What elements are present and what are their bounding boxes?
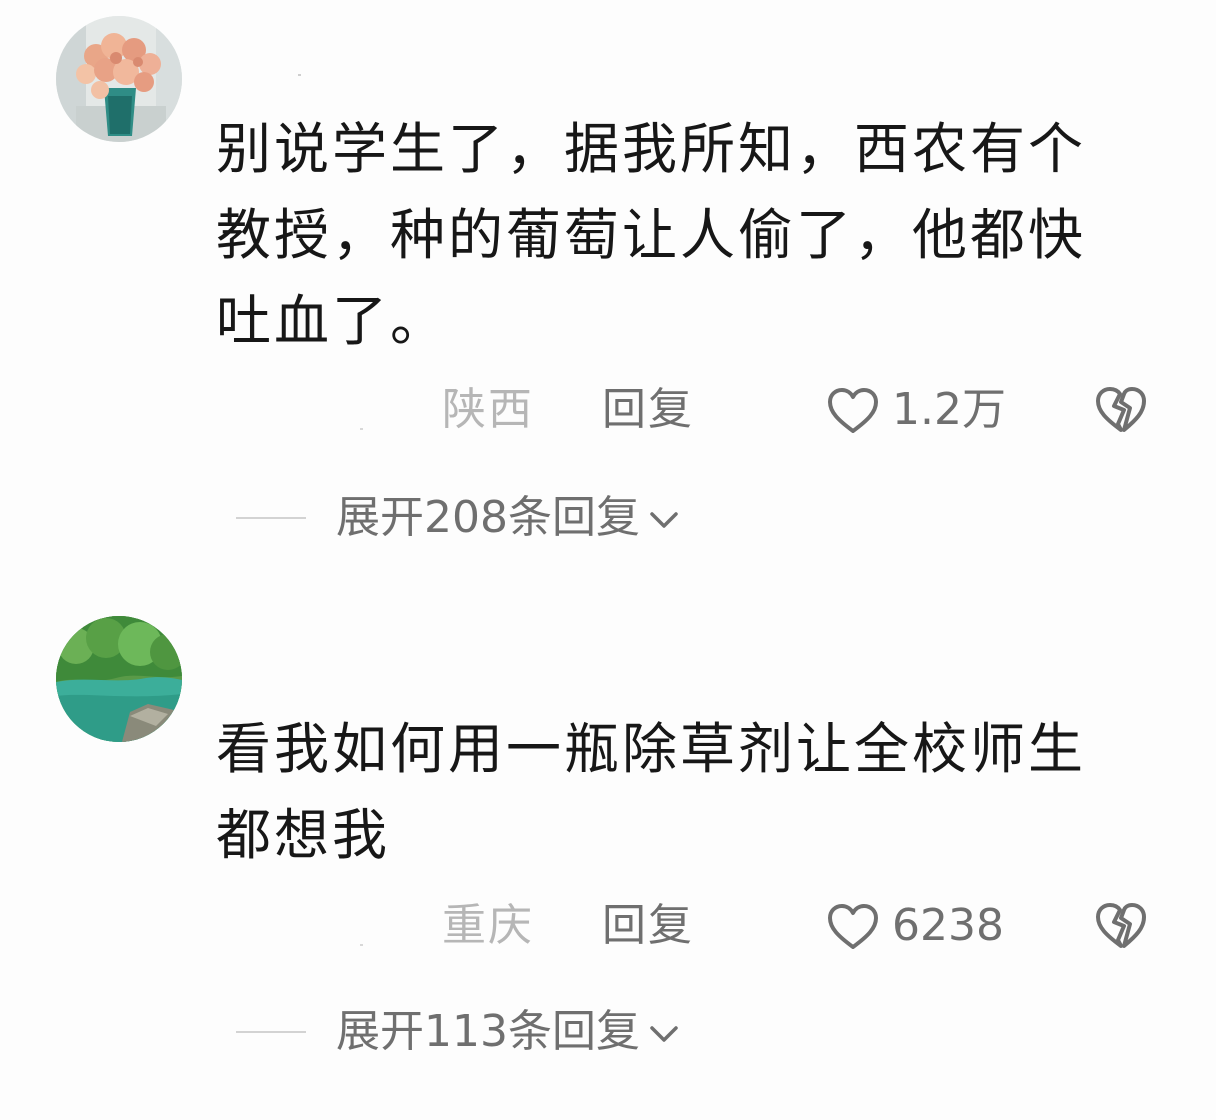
lake-scenery-avatar-icon <box>56 616 182 742</box>
like-count: 1.2万 <box>892 384 1006 435</box>
timestamp-placeholder <box>360 428 363 430</box>
chevron-down-icon <box>646 1022 682 1046</box>
timestamp-placeholder <box>360 944 363 946</box>
like-count: 6238 <box>892 900 1004 951</box>
broken-heart-icon <box>1096 387 1146 432</box>
reply-button[interactable]: 回复 <box>602 380 694 440</box>
comment-text: 看我如何用一瓶除草剂让全校师生都想我 <box>216 717 1087 867</box>
comment-item: 看我如何用一瓶除草剂让全校师生都想我 重庆 回复 6238 展开113条回复 <box>0 600 1216 1120</box>
username-placeholder <box>298 74 301 76</box>
divider-line <box>236 517 306 519</box>
comment-location: 重庆 <box>442 900 534 951</box>
comment-meta-row: 陕西 回复 1.2万 <box>0 380 1216 440</box>
heart-outline-icon <box>828 904 878 949</box>
comment-item: 别说学生了，据我所知，西农有个教授，种的葡萄让人偷了，他都快吐血了。 陕西 回复… <box>0 0 1216 543</box>
flower-vase-avatar-icon <box>56 16 182 142</box>
broken-heart-icon <box>1096 903 1146 948</box>
user-avatar[interactable] <box>56 616 182 742</box>
divider-line <box>236 1031 306 1033</box>
comment-meta-row: 重庆 回复 6238 <box>0 896 1216 956</box>
user-avatar[interactable] <box>56 16 182 142</box>
dislike-button[interactable] <box>1094 900 1148 952</box>
chevron-down-icon <box>646 508 682 532</box>
dislike-button[interactable] <box>1094 384 1148 436</box>
expand-replies-button[interactable]: 展开113条回复 <box>0 1002 1216 1062</box>
expand-replies-label: 展开113条回复 <box>336 1006 640 1057</box>
expand-replies-button[interactable]: 展开208条回复 <box>0 488 1216 548</box>
heart-outline-icon <box>828 388 878 433</box>
comment-location: 陕西 <box>442 384 534 435</box>
comment-text: 别说学生了，据我所知，西农有个教授，种的葡萄让人偷了，他都快吐血了。 <box>216 117 1087 353</box>
expand-replies-label: 展开208条回复 <box>336 492 640 543</box>
reply-button[interactable]: 回复 <box>602 896 694 956</box>
